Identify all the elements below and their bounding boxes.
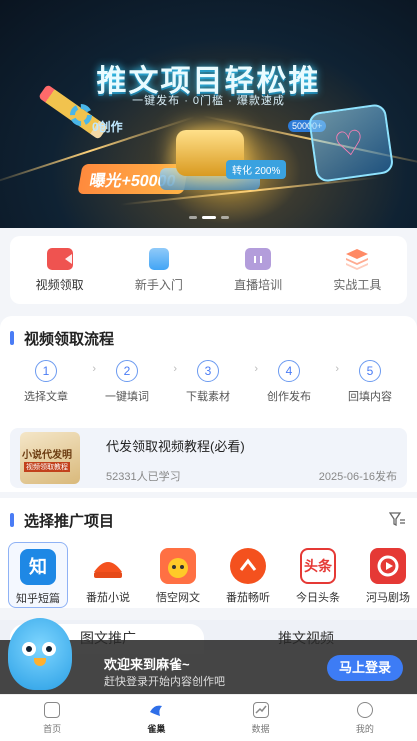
thumbnail-title: 小说代发明 xyxy=(22,450,72,461)
login-button[interactable]: 马上登录 xyxy=(327,655,403,681)
app-hema[interactable]: 河马剧场 xyxy=(358,542,417,608)
step-label: 回填内容 xyxy=(348,391,392,403)
quick-action-tools[interactable]: 实战工具 xyxy=(317,248,397,293)
app-zhihu[interactable]: 知 知乎短篇 xyxy=(8,542,68,608)
app-label: 番茄畅听 xyxy=(226,592,270,604)
chart-icon xyxy=(252,702,269,718)
step-number: 3 xyxy=(197,360,219,382)
process-steps: 1 选择文章 › 2 一键填词 › 3 下载素材 › 4 创作发布 › 5 回填… xyxy=(8,360,408,404)
quick-action-beginner[interactable]: 新手入门 xyxy=(119,247,199,293)
login-prompt: 欢迎来到麻雀~ 赶快登录开始内容创作吧 马上登录 xyxy=(0,618,417,694)
step-number: 2 xyxy=(116,360,138,382)
app-fanqie-novel[interactable]: 番茄小说 xyxy=(78,542,138,608)
carousel-dot xyxy=(220,216,229,219)
home-icon xyxy=(44,702,61,718)
carousel-indicator xyxy=(0,216,417,219)
tutorial-date: 2025-06-16发布 xyxy=(318,471,397,483)
tutorial-card[interactable]: 小说代发明 视频领取教程 代发领取视频教程(必看) 52331人已学习 2025… xyxy=(10,428,407,488)
promo-projects: 选择推广项目 知 知乎短篇 番茄小说 悟空网文 番茄畅听 头条 今日头条 河马剧… xyxy=(0,498,417,608)
app-toutiao[interactable]: 头条 今日头条 xyxy=(288,542,348,608)
carousel-dot-active xyxy=(201,216,216,219)
thumbnail-tag: 视频领取教程 xyxy=(24,462,70,472)
nav-label: 数据 xyxy=(251,724,270,734)
video-claim-process: 视频领取流程 1 选择文章 › 2 一键填词 › 3 下载素材 › 4 创作发布… xyxy=(0,316,417,492)
quick-action-label: 视频领取 xyxy=(35,277,84,292)
tv-icon xyxy=(245,247,272,270)
heart-card-icon: ♡ xyxy=(307,102,395,184)
app-wukong[interactable]: 悟空网文 xyxy=(148,542,208,608)
layers-icon xyxy=(344,248,370,270)
quick-action-video[interactable]: 视频领取 xyxy=(20,247,100,293)
quick-action-label: 新手入门 xyxy=(134,277,183,292)
welcome-text: 欢迎来到麻雀~ xyxy=(104,657,190,672)
promo-banner[interactable]: 推文项目轻松推 一键发布 · 0门槛 · 爆款速成 0创作 曝光+50000 转… xyxy=(0,0,417,228)
zhihu-logo-icon: 知 xyxy=(20,549,56,585)
step-number: 5 xyxy=(359,360,381,382)
app-label: 番茄小说 xyxy=(86,592,130,604)
tutorial-thumbnail: 小说代发明 视频领取教程 xyxy=(20,432,80,484)
step-label: 下载素材 xyxy=(186,391,230,403)
banner-convert: 转化 200% xyxy=(226,160,287,179)
nav-data[interactable]: 数据 xyxy=(226,695,296,741)
toutiao-logo-icon: 头条 xyxy=(300,548,336,584)
bottom-nav: 首页 雀巢 数据 我的 xyxy=(0,694,417,741)
step-number: 4 xyxy=(278,360,300,382)
book-icon xyxy=(148,247,169,270)
process-step: 4 创作发布 › xyxy=(251,360,339,404)
section-title: 选择推广项目 xyxy=(10,510,114,531)
gear-icon xyxy=(70,104,92,126)
app-label: 知乎短篇 xyxy=(16,593,60,605)
tutorial-title: 代发领取视频教程(必看) xyxy=(106,439,245,454)
nav-sparrow[interactable]: 雀巢 xyxy=(121,695,191,741)
nav-label: 我的 xyxy=(355,724,374,734)
nav-profile[interactable]: 我的 xyxy=(330,695,400,741)
hema-logo-icon xyxy=(370,548,406,584)
profile-icon xyxy=(356,702,373,718)
quick-action-label: 实战工具 xyxy=(333,277,382,292)
app-fanqie-listen[interactable]: 番茄畅听 xyxy=(218,542,278,608)
sparrow-icon xyxy=(148,702,164,718)
process-step: 3 下载素材 › xyxy=(170,360,258,404)
app-label: 河马剧场 xyxy=(366,592,410,604)
sparrow-mascot-icon xyxy=(8,618,72,690)
banner-zero-create: 0创作 xyxy=(92,120,123,134)
app-label: 今日头条 xyxy=(296,592,340,604)
process-step: 2 一键填词 › xyxy=(89,360,177,404)
quick-action-live[interactable]: 直播培训 xyxy=(218,247,298,293)
quick-action-label: 直播培训 xyxy=(234,277,283,292)
step-label: 创作发布 xyxy=(267,391,311,403)
fanqie-logo-icon xyxy=(90,548,126,584)
filter-icon[interactable] xyxy=(389,512,405,526)
welcome-subtext: 赶快登录开始内容创作吧 xyxy=(104,676,225,688)
process-step: 1 选择文章 › xyxy=(8,360,96,404)
process-step: 5 回填内容 xyxy=(332,360,408,404)
app-label: 悟空网文 xyxy=(156,592,200,604)
fanqie-listen-logo-icon xyxy=(230,548,266,584)
section-title: 视频领取流程 xyxy=(10,328,114,349)
step-label: 一键填词 xyxy=(105,391,149,403)
app-list: 知 知乎短篇 番茄小说 悟空网文 番茄畅听 头条 今日头条 河马剧场 xyxy=(8,542,417,608)
wukong-logo-icon xyxy=(160,548,196,584)
nav-label: 首页 xyxy=(43,724,62,734)
video-camera-icon xyxy=(46,247,73,270)
carousel-dot xyxy=(188,216,197,219)
step-number: 1 xyxy=(35,360,57,382)
quick-actions: 视频领取 新手入门 直播培训 实战工具 xyxy=(10,236,407,304)
tutorial-learners: 52331人已学习 xyxy=(106,471,181,483)
nav-label: 雀巢 xyxy=(147,724,166,734)
nav-home[interactable]: 首页 xyxy=(17,695,87,741)
step-label: 选择文章 xyxy=(24,391,68,403)
